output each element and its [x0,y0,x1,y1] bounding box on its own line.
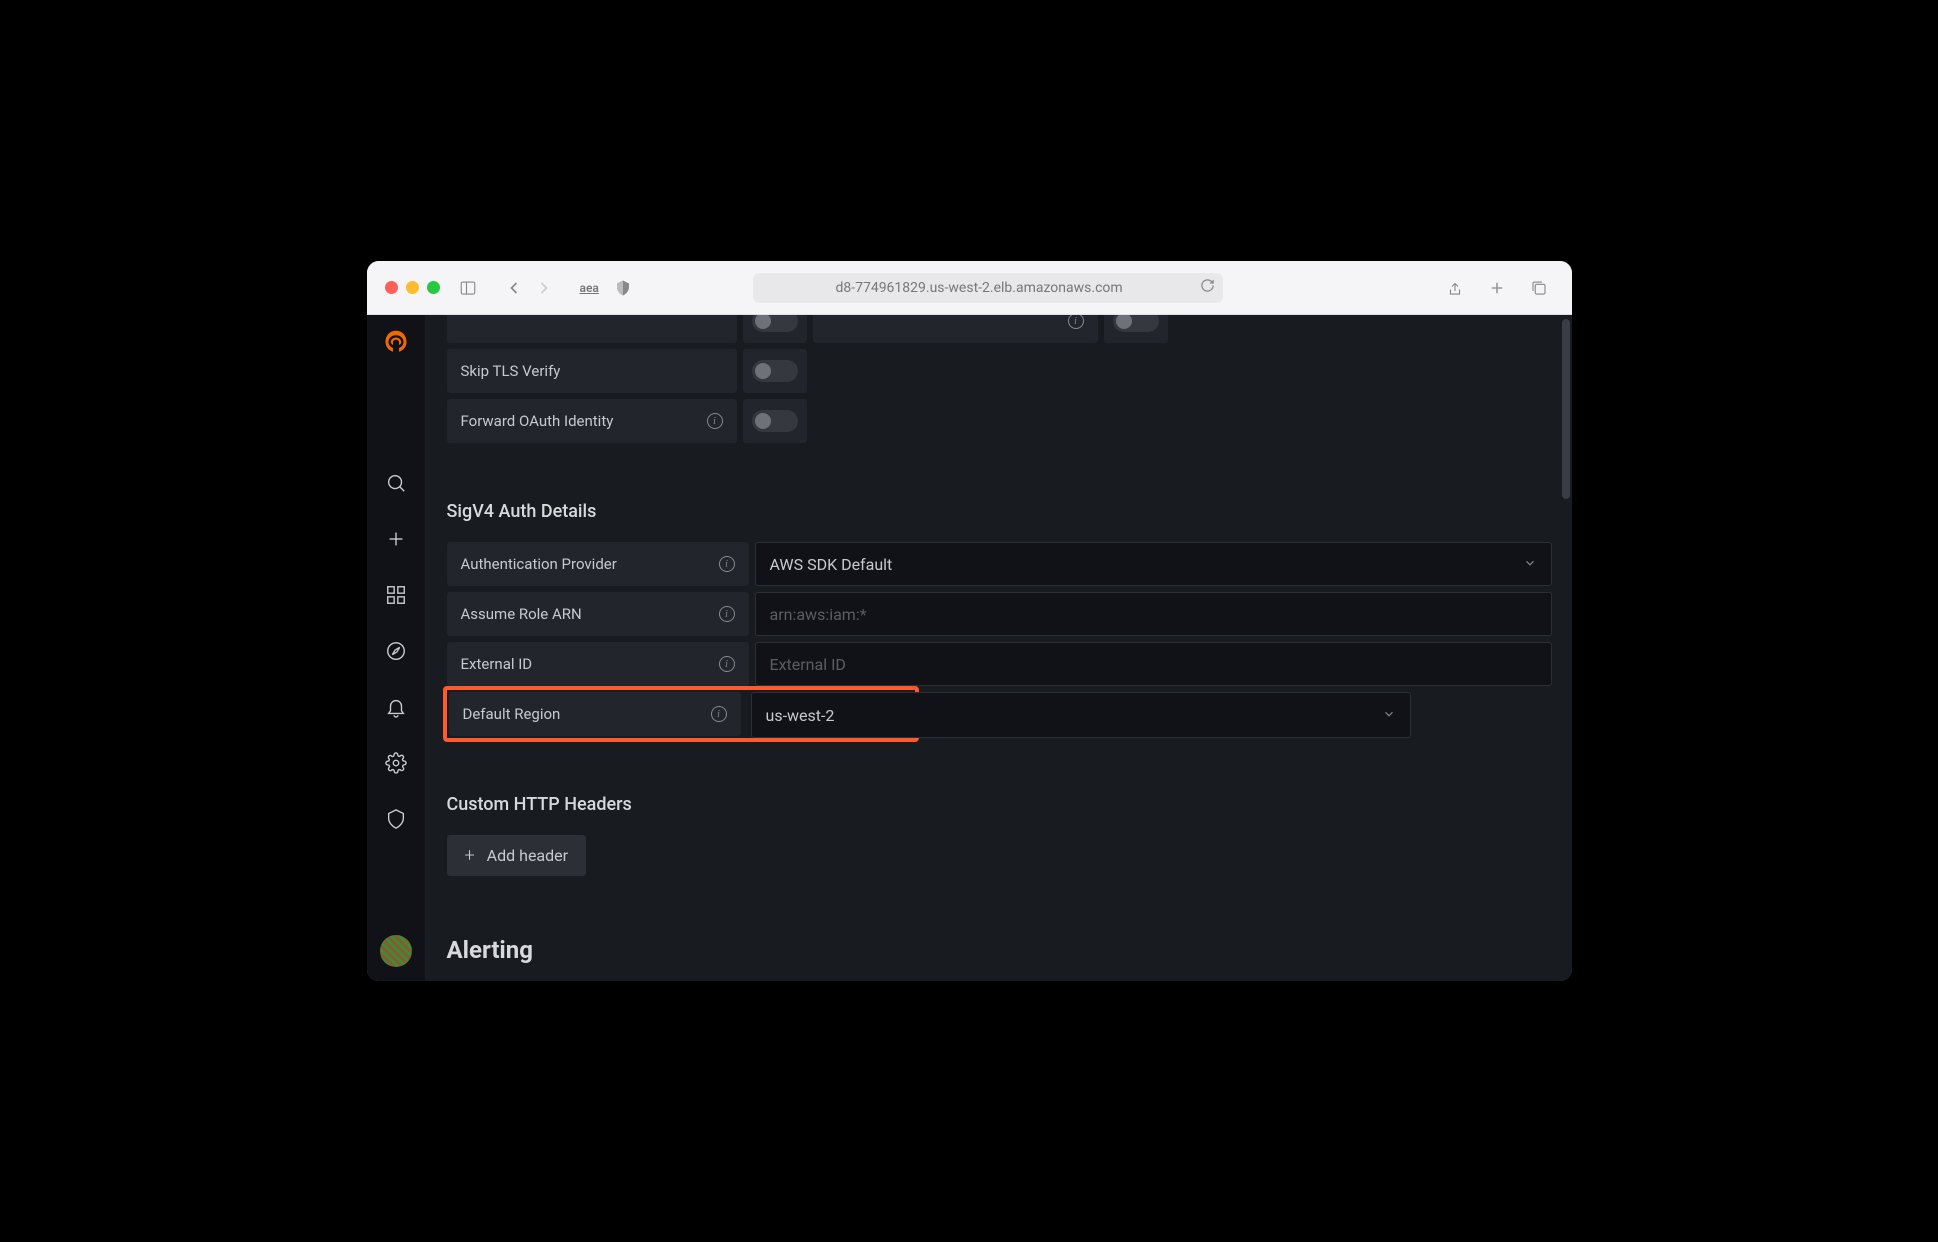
share-icon[interactable] [1441,274,1469,302]
forward-oauth-label-text: Forward OAuth Identity [461,412,614,430]
url-text: d8-774961829.us-west-2.elb.amazonaws.com [835,280,1122,296]
scrollbar-thumb[interactable] [1562,319,1570,499]
plus-icon: + [465,845,475,866]
external-id-label: External ID i [447,642,749,686]
tls-client-auth-toggle[interactable] [752,315,798,332]
new-tab-icon[interactable] [1483,274,1511,302]
explore-icon[interactable] [376,631,416,671]
reload-icon[interactable] [1200,278,1215,297]
create-icon[interactable] [376,519,416,559]
info-icon[interactable]: i [711,706,727,722]
minimize-window-button[interactable] [406,281,419,294]
skip-tls-label-text: Skip TLS Verify [461,362,561,380]
shield-icon[interactable] [609,274,637,302]
forward-oauth-toggle[interactable] [752,410,798,432]
forward-oauth-label: Forward OAuth Identity i [447,399,737,443]
window-controls [385,281,440,294]
forward-oauth-toggle-cell [743,399,807,443]
add-header-label: Add header [487,846,568,865]
default-region-highlight: Default Region i us-west-2 [443,686,919,742]
grafana-logo[interactable] [381,327,411,357]
maximize-window-button[interactable] [427,281,440,294]
sidebar [367,315,425,981]
search-icon[interactable] [376,463,416,503]
skip-tls-toggle-cell [743,349,807,393]
chevron-down-icon [1382,706,1396,725]
tls-client-auth-toggle-cell [743,315,807,343]
info-icon[interactable]: i [719,556,735,572]
app-content: x x i Skip TLS Verify [367,315,1572,981]
main-panel: x x i Skip TLS Verify [425,315,1572,981]
auth-provider-value: AWS SDK Default [770,555,893,574]
default-region-label-text: Default Region [463,705,561,723]
info-icon[interactable]: i [719,606,735,622]
custom-headers-heading: Custom HTTP Headers [447,794,1552,815]
default-region-value: us-west-2 [766,706,835,725]
auth-provider-label: Authentication Provider i [447,542,749,586]
close-window-button[interactable] [385,281,398,294]
scrollbar-track[interactable] [1560,315,1570,981]
toolbar-extensions: aea [580,274,637,302]
skip-tls-label: Skip TLS Verify [447,349,737,393]
configuration-icon[interactable] [376,743,416,783]
default-region-select[interactable]: us-west-2 [751,692,1411,738]
url-bar[interactable]: d8-774961829.us-west-2.elb.amazonaws.com [753,273,1223,303]
user-avatar[interactable] [380,935,412,967]
back-button[interactable] [502,276,526,300]
assume-role-input[interactable]: arn:aws:iam:* [755,592,1552,636]
info-icon[interactable]: i [1068,315,1084,329]
sidebar-toggle-icon[interactable] [454,274,482,302]
external-id-placeholder: External ID [770,655,846,674]
with-ca-cert-toggle[interactable] [1113,315,1159,332]
assume-role-placeholder: arn:aws:iam:* [770,605,867,624]
forward-button[interactable] [532,276,556,300]
info-icon[interactable]: i [719,656,735,672]
alerting-icon[interactable] [376,687,416,727]
chevron-down-icon [1523,555,1537,574]
assume-role-label-text: Assume Role ARN [461,605,582,623]
auth-provider-select[interactable]: AWS SDK Default [755,542,1552,586]
toolbar-right [1441,274,1553,302]
external-id-label-text: External ID [461,655,533,673]
browser-window: aea d8-774961829.us-west-2.elb.amazonaws… [367,261,1572,981]
alerting-heading: Alerting [447,936,1552,964]
dashboards-icon[interactable] [376,575,416,615]
tabs-icon[interactable] [1525,274,1553,302]
server-admin-icon[interactable] [376,799,416,839]
browser-toolbar: aea d8-774961829.us-west-2.elb.amazonaws… [367,261,1572,315]
external-id-input[interactable]: External ID [755,642,1552,686]
with-ca-cert-label: x i [813,315,1098,343]
assume-role-label: Assume Role ARN i [447,592,749,636]
skip-tls-toggle[interactable] [752,360,798,382]
nav-arrows [502,276,556,300]
tls-client-auth-label: x [447,315,737,343]
with-ca-cert-toggle-cell [1104,315,1168,343]
sigv4-heading: SigV4 Auth Details [447,501,1552,522]
add-header-button[interactable]: + Add header [447,835,587,876]
info-icon[interactable]: i [707,413,723,429]
auth-provider-label-text: Authentication Provider [461,555,617,573]
extension-aea[interactable]: aea [580,281,599,295]
default-region-label: Default Region i [449,692,741,736]
